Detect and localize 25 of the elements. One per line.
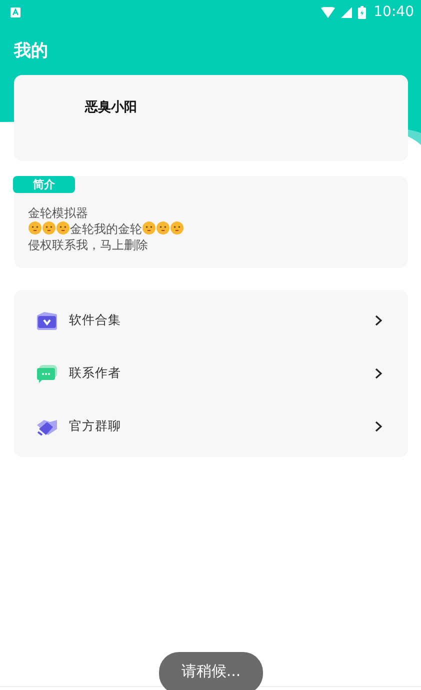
intro-text: 金轮我的金轮 xyxy=(70,222,142,236)
emoji-icon xyxy=(56,221,70,235)
folder-icon xyxy=(36,310,58,330)
chat-icon xyxy=(36,364,58,384)
chevron-right-icon xyxy=(375,315,382,326)
emoji-icon xyxy=(142,221,156,235)
loading-toast: 请稍候... xyxy=(159,652,263,690)
status-time: 10:40 xyxy=(374,4,414,20)
menu-item[interactable]: 联系作者 xyxy=(14,347,408,400)
intro-line: 侵权联系我，马上删除 xyxy=(28,237,149,253)
chevron-right-icon xyxy=(375,368,382,379)
emoji-icon xyxy=(42,221,56,235)
intro-tag: 简介 xyxy=(13,176,75,193)
emoji-icon xyxy=(170,221,184,235)
page-title: 我的 xyxy=(12,40,49,63)
chevron-right-icon xyxy=(375,421,382,432)
menu-item[interactable]: 官方群聊 xyxy=(14,400,408,453)
emoji-icon xyxy=(156,221,170,235)
intro-line: 金轮模拟器 xyxy=(28,205,89,221)
user-name: 恶臭小阳 xyxy=(85,99,137,116)
emoji-icon xyxy=(28,221,42,235)
wifi-icon xyxy=(320,6,335,18)
notification-icon xyxy=(10,6,21,18)
signal-icon xyxy=(340,6,352,18)
menu-item[interactable]: 软件合集 xyxy=(14,294,408,347)
